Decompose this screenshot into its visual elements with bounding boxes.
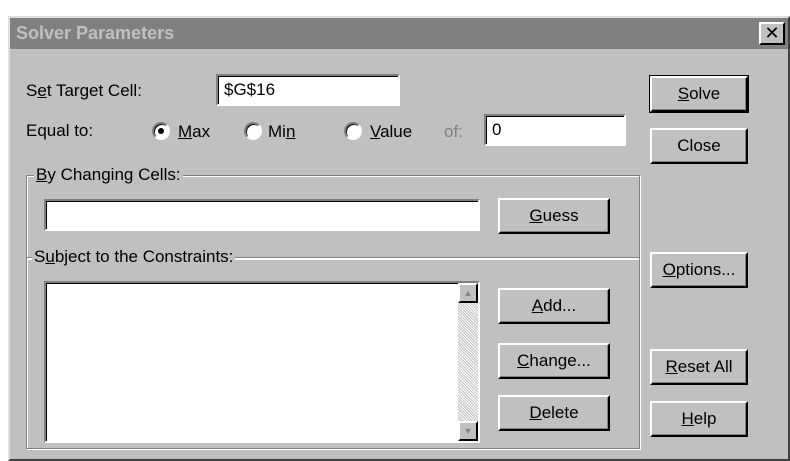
value-radio[interactable] xyxy=(344,122,362,140)
solve-button[interactable]: Solve xyxy=(649,75,749,113)
target-cell-input[interactable]: $G$16 xyxy=(216,74,400,106)
delete-button[interactable]: Delete xyxy=(498,395,610,431)
help-button[interactable]: Help xyxy=(650,401,748,437)
changing-cells-label: By Changing Cells: xyxy=(34,165,183,185)
solver-parameters-dialog: Solver Parameters ✕ Set Target Cell: $G$… xyxy=(8,16,790,461)
min-radio[interactable] xyxy=(244,122,262,140)
scroll-up-icon[interactable]: ▲ xyxy=(458,283,478,303)
constraints-scrollbar[interactable]: ▲ ▼ xyxy=(458,283,478,441)
value-of-input[interactable]: 0 xyxy=(484,114,626,146)
options-button[interactable]: Options... xyxy=(650,252,748,288)
changing-cells-input[interactable] xyxy=(44,199,480,231)
scroll-down-icon[interactable]: ▼ xyxy=(458,421,478,441)
dialog-title: Solver Parameters xyxy=(16,23,175,43)
change-button[interactable]: Change... xyxy=(498,343,610,379)
close-icon[interactable]: ✕ xyxy=(759,22,785,45)
title-bar[interactable]: Solver Parameters xyxy=(10,18,788,49)
constraints-label: Subject to the Constraints: xyxy=(32,247,236,267)
guess-button[interactable]: Guess xyxy=(498,198,610,234)
max-label[interactable]: Max xyxy=(178,122,210,142)
of-label: of: xyxy=(444,122,463,141)
max-radio[interactable] xyxy=(152,122,170,140)
close-button[interactable]: Close xyxy=(650,128,748,164)
constraints-listbox[interactable]: ▲ ▼ xyxy=(44,281,480,443)
add-button[interactable]: Add... xyxy=(498,288,610,324)
equal-to-label: Equal to: xyxy=(26,121,94,140)
reset-all-button[interactable]: Reset All xyxy=(650,349,748,385)
target-cell-label: Set Target Cell: xyxy=(26,81,142,100)
min-label[interactable]: Min xyxy=(268,122,295,142)
value-label[interactable]: Value xyxy=(370,122,412,142)
